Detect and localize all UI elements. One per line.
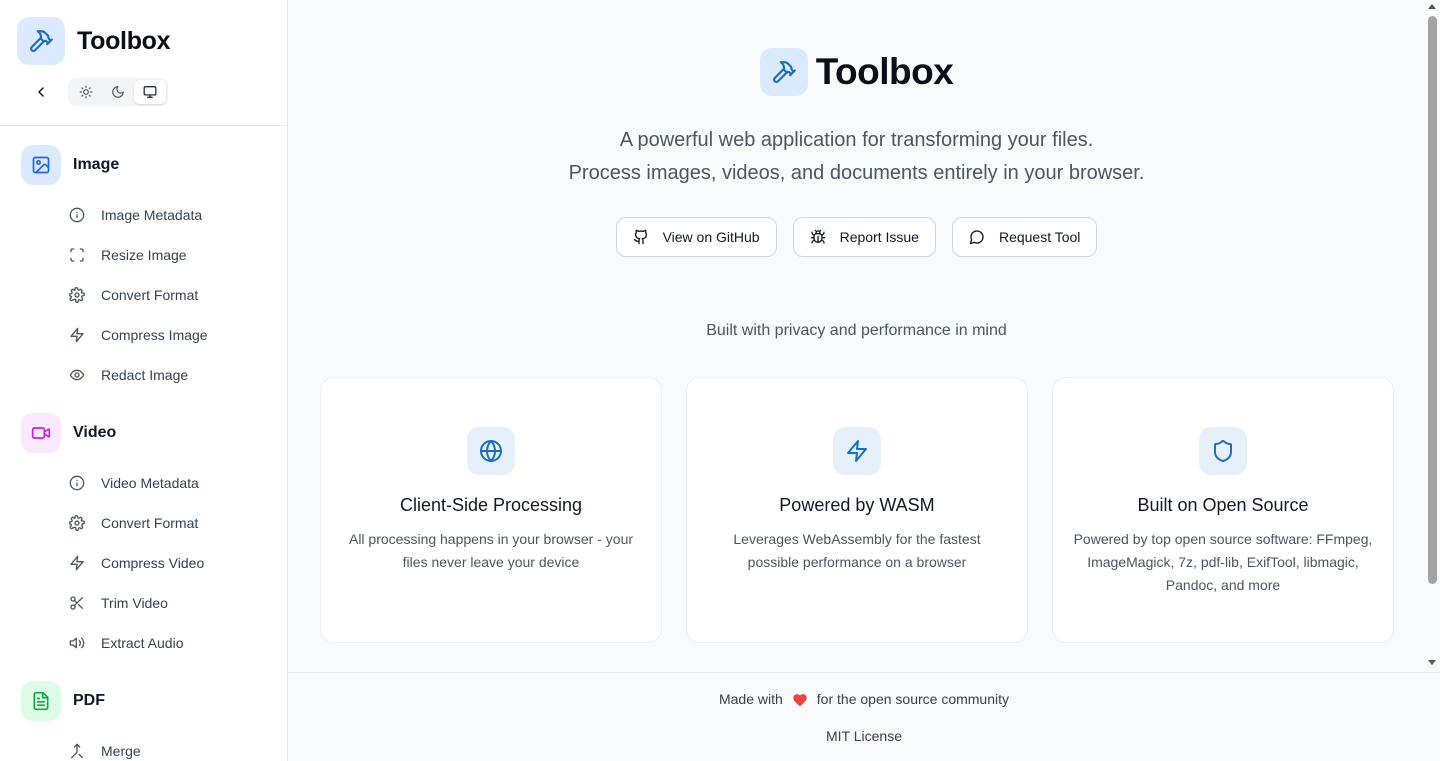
sidebar-item-video-metadata[interactable]: Video Metadata	[0, 463, 287, 503]
section-image[interactable]: Image	[0, 145, 287, 185]
scan-icon	[69, 247, 85, 263]
footer-made-with: Made with for the open source community	[288, 691, 1440, 707]
sidebar-item-label: Compress Image	[101, 327, 208, 343]
shield-icon	[1199, 427, 1247, 475]
scissors-icon	[69, 595, 85, 611]
section-pdf[interactable]: PDF	[0, 681, 287, 721]
globe-icon	[467, 427, 515, 475]
lightning-icon	[69, 555, 85, 571]
feature-card-wasm: Powered by WASM Leverages WebAssembly fo…	[686, 377, 1028, 643]
feature-card-desc: Powered by top open source software: FFm…	[1073, 531, 1373, 593]
feature-card-open-source: Built on Open Source Powered by top open…	[1052, 377, 1394, 643]
chevron-left-icon	[38, 87, 44, 97]
sidebar-item-image-metadata[interactable]: Image Metadata	[0, 195, 287, 235]
sidebar-item-label: Compress Video	[101, 555, 205, 571]
theme-dark-button[interactable]	[102, 80, 134, 104]
sidebar-item-convert-format[interactable]: Convert Format	[0, 275, 287, 315]
section-video[interactable]: Video	[0, 413, 287, 453]
sidebar: Toolbox Image Image Metadata Resize Imag…	[0, 0, 288, 761]
gear-icon	[69, 287, 85, 303]
brand[interactable]: Toolbox	[17, 17, 171, 65]
footer: Made with for the open source community …	[288, 672, 1440, 761]
bug-icon	[810, 229, 825, 244]
brand-title: Toolbox	[77, 26, 171, 55]
message-icon	[969, 230, 984, 245]
view-on-github-label: View on GitHub	[662, 229, 760, 245]
section-label: Image	[73, 156, 120, 173]
report-issue-label: Report Issue	[839, 229, 919, 245]
sidebar-item-compress-video[interactable]: Compress Video	[0, 543, 287, 583]
file-text-icon	[21, 681, 61, 721]
sidebar-item-label: Trim Video	[101, 595, 168, 611]
footer-license[interactable]: MIT License	[288, 728, 1440, 744]
sidebar-item-convert-format-video[interactable]: Convert Format	[0, 503, 287, 543]
hero-header: Toolbox	[288, 48, 1425, 96]
hero-actions: View on GitHub Report Issue Request Tool	[288, 217, 1425, 257]
sidebar-item-resize-image[interactable]: Resize Image	[0, 235, 287, 275]
theme-light-button[interactable]	[70, 80, 102, 104]
sun-icon	[79, 85, 93, 99]
theme-switcher	[68, 78, 168, 106]
feature-card-desc: All processing happens in your browser -…	[348, 531, 634, 570]
merge-icon	[69, 743, 85, 759]
sidebar-item-label: Redact Image	[101, 367, 189, 383]
scroll-up-arrow-icon[interactable]	[1428, 4, 1436, 9]
lightning-icon	[69, 327, 85, 343]
main-scrollbar[interactable]	[1425, 0, 1440, 672]
moon-icon	[112, 86, 124, 98]
request-tool-button[interactable]: Request Tool	[951, 217, 1098, 257]
scroll-down-arrow-icon[interactable]	[1428, 660, 1436, 665]
feature-cards: Client-Side Processing All processing ha…	[320, 377, 1394, 643]
speaker-icon	[69, 635, 85, 651]
sidebar-controls	[28, 78, 168, 106]
hammer-icon	[17, 17, 65, 65]
sidebar-item-label: Merge	[101, 743, 141, 759]
github-icon	[633, 229, 647, 245]
feature-card-title: Powered by WASM	[779, 495, 935, 515]
features-tagline: Built with privacy and performance in mi…	[706, 322, 1007, 339]
hero-subtitle: A powerful web application for transform…	[288, 124, 1425, 190]
hero-subtitle-line2: Process images, videos, and documents en…	[568, 162, 1145, 184]
sidebar-item-compress-image[interactable]: Compress Image	[0, 315, 287, 355]
image-icon	[21, 145, 61, 185]
page-title: Toolbox	[815, 51, 954, 92]
sidebar-nav: Image Image Metadata Resize Image Conver…	[0, 126, 287, 761]
sidebar-item-label: Convert Format	[101, 287, 199, 303]
gear-icon	[69, 515, 85, 531]
request-tool-label: Request Tool	[998, 229, 1081, 245]
section-label: PDF	[73, 692, 105, 709]
hero-subtitle-line1: A powerful web application for transform…	[619, 129, 1094, 151]
info-icon	[69, 475, 85, 491]
sidebar-item-label: Resize Image	[101, 247, 187, 263]
view-on-github-button[interactable]: View on GitHub	[615, 217, 777, 257]
sidebar-item-label: Extract Audio	[101, 635, 184, 651]
sidebar-item-trim-video[interactable]: Trim Video	[0, 583, 287, 623]
scroll-thumb[interactable]	[1428, 16, 1437, 584]
feature-card-title: Client-Side Processing	[399, 495, 583, 515]
feature-card-client-side: Client-Side Processing All processing ha…	[320, 377, 662, 643]
lightning-icon	[833, 427, 881, 475]
theme-system-button[interactable]	[134, 80, 166, 104]
sidebar-item-label: Image Metadata	[101, 207, 203, 223]
report-issue-button[interactable]: Report Issue	[792, 217, 936, 257]
sidebar-item-label: Video Metadata	[101, 475, 199, 491]
collapse-sidebar-button[interactable]	[28, 78, 54, 106]
footer-made-with-prefix: Made with	[718, 691, 783, 707]
footer-made-with-suffix: for the open source community	[816, 691, 1010, 707]
eye-icon	[69, 367, 85, 383]
feature-card-title: Built on Open Source	[1137, 495, 1309, 515]
heart-icon	[792, 692, 808, 707]
hammer-icon	[759, 48, 808, 96]
monitor-icon	[143, 86, 157, 98]
main-content: Toolbox A powerful web application for t…	[288, 0, 1425, 672]
sidebar-item-merge[interactable]: Merge	[0, 731, 287, 761]
sidebar-item-redact-image[interactable]: Redact Image	[0, 355, 287, 395]
info-icon	[69, 207, 85, 223]
sidebar-item-label: Convert Format	[101, 515, 199, 531]
feature-card-desc: Leverages WebAssembly for the fastest po…	[733, 531, 981, 570]
section-label: Video	[73, 424, 117, 441]
video-icon	[21, 413, 61, 453]
sidebar-item-extract-audio[interactable]: Extract Audio	[0, 623, 287, 663]
